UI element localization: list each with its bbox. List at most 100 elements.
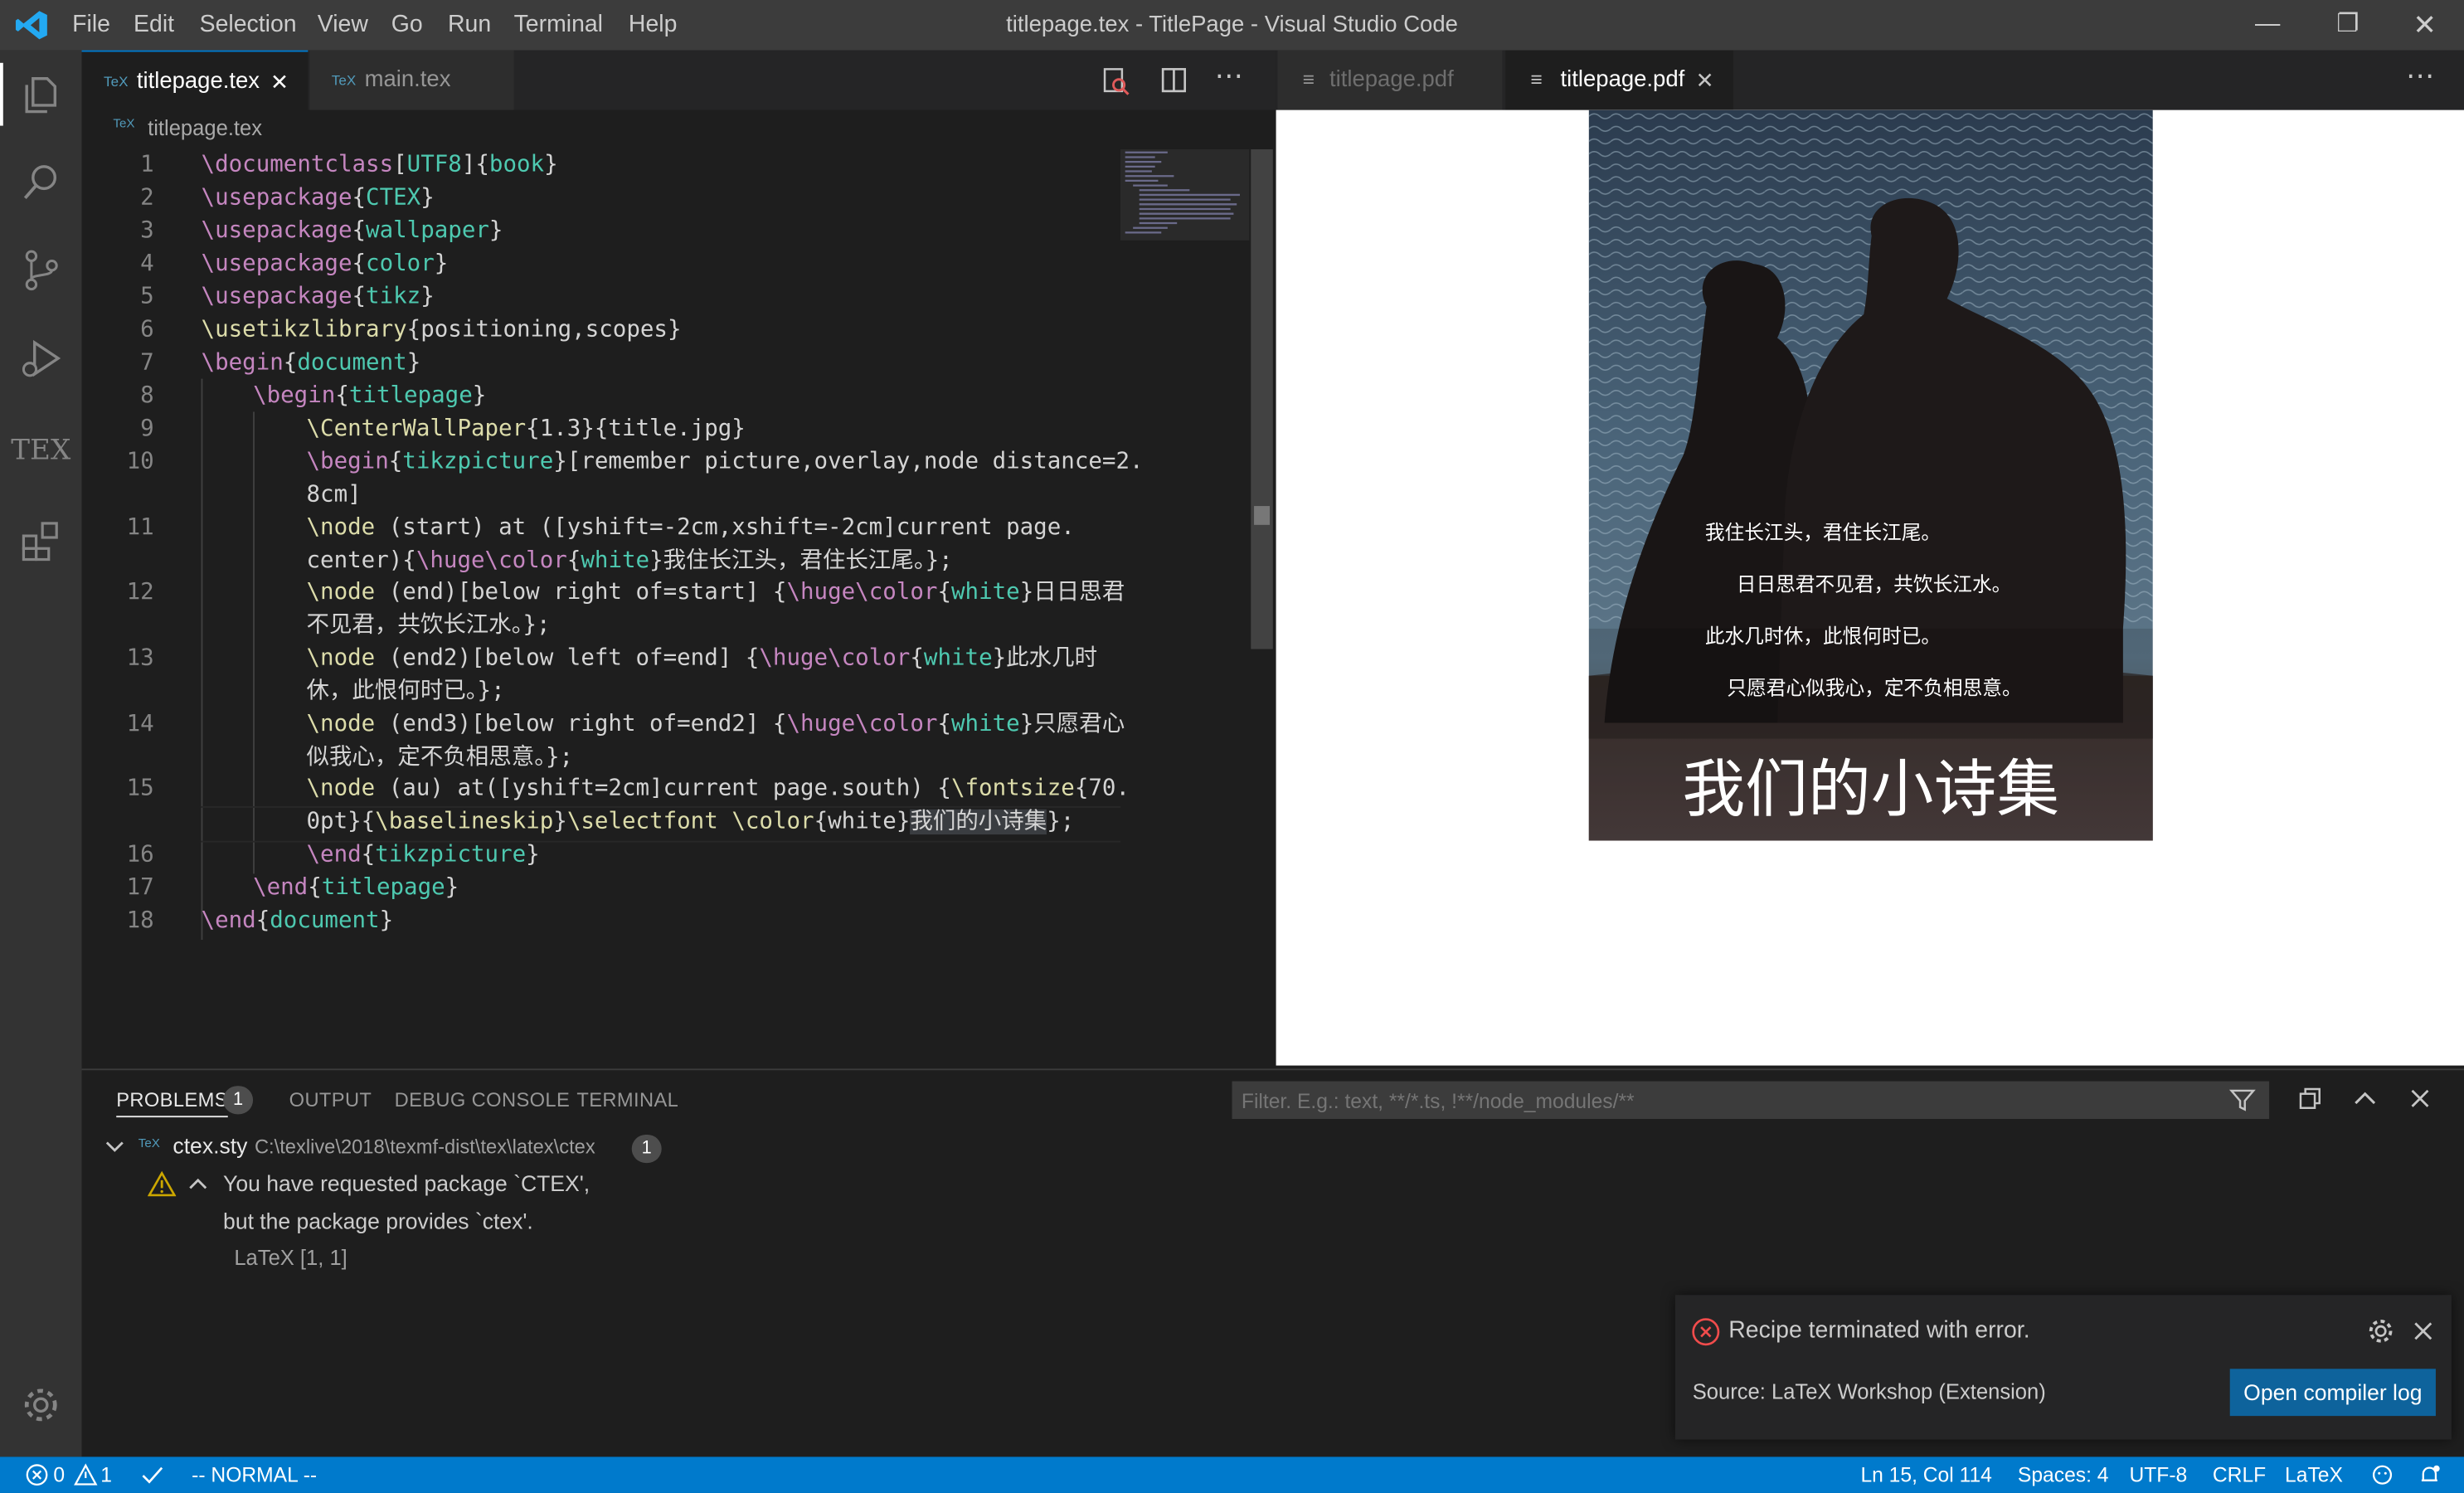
menu-terminal[interactable]: Terminal — [514, 0, 603, 51]
window-title: titlepage.tex - TitlePage - Visual Studi… — [1006, 12, 1458, 38]
tab-debug-console[interactable]: DEBUG CONSOLE — [395, 1084, 571, 1116]
problems-filter-box[interactable] — [1232, 1081, 2270, 1120]
problem-message-line1[interactable]: You have requested package `CTEX', — [223, 1171, 590, 1196]
line-number: 12 — [126, 580, 154, 605]
restore-button[interactable]: ❐ — [2311, 0, 2384, 51]
menu-run[interactable]: Run — [448, 0, 491, 51]
vim-mode: -- NORMAL -- — [192, 1462, 318, 1487]
code-line: \usepackage{wallpaper} — [201, 218, 503, 244]
poem-line: 只愿君心似我心，定不负相思意。 — [1727, 675, 2022, 700]
gear-icon[interactable] — [2367, 1317, 2395, 1345]
menu-selection[interactable]: Selection — [200, 0, 297, 51]
warning-count[interactable]: 1 — [100, 1457, 112, 1493]
code-line: 8cm] — [306, 482, 362, 508]
close-tab-icon[interactable]: ✕ — [1695, 51, 1713, 110]
line-number: 13 — [126, 645, 154, 672]
manage-gear-icon[interactable] — [0, 1361, 82, 1449]
menu-go[interactable]: Go — [391, 0, 423, 51]
code-line: \documentclass[UTF8]{book} — [201, 152, 558, 178]
code-line: \end{document} — [201, 908, 394, 934]
line-number: 17 — [126, 875, 154, 901]
tab-main-tex[interactable]: TeX main.tex — [309, 50, 514, 110]
extensions-icon[interactable] — [0, 497, 82, 585]
menu-view[interactable]: View — [318, 0, 368, 51]
code-line: \usepackage{tikz} — [201, 284, 435, 310]
error-count[interactable]: 0 — [53, 1457, 65, 1493]
filter-input[interactable] — [1232, 1081, 2207, 1120]
menu-file[interactable]: File — [72, 0, 110, 51]
tab-output[interactable]: OUTPUT — [289, 1084, 372, 1116]
line-number: 16 — [126, 842, 154, 868]
tab-titlepage-tex[interactable]: TeX titlepage.tex ✕ — [81, 50, 309, 112]
line-number: 10 — [126, 449, 154, 475]
error-icon — [1691, 1317, 1721, 1347]
source-control-icon[interactable] — [0, 226, 82, 314]
tab-titlepage-pdf-active[interactable]: ≡ titlepage.pdf ✕ — [1505, 50, 1733, 110]
menu-edit[interactable]: Edit — [134, 0, 174, 51]
tab-problems[interactable]: PROBLEMS — [116, 1084, 228, 1118]
code-line: 不见君，共饮长江水。}; — [306, 612, 551, 639]
chevron-down-icon[interactable] — [104, 1135, 126, 1160]
warning-count-icon — [74, 1463, 98, 1486]
close-tab-icon[interactable]: ✕ — [270, 52, 289, 112]
more-actions-icon[interactable]: ⋯ — [2406, 60, 2437, 97]
breadcrumb[interactable]: titlepage.tex — [148, 116, 262, 139]
more-actions-icon[interactable]: ⋯ — [1215, 60, 1247, 97]
error-count-icon — [25, 1463, 48, 1486]
feedback-icon[interactable] — [2369, 1463, 2394, 1486]
cursor-position[interactable]: Ln 15, Col 114 — [1860, 1457, 1991, 1493]
indent-guide — [253, 411, 255, 874]
tab-titlepage-pdf-inactive[interactable]: ≡ titlepage.pdf — [1277, 50, 1503, 110]
open-compiler-log-button[interactable]: Open compiler log — [2229, 1369, 2436, 1417]
check-icon[interactable] — [140, 1463, 165, 1486]
code-line: \usepackage{CTEX} — [201, 185, 435, 211]
close-notification-icon[interactable] — [2409, 1317, 2437, 1345]
cover-title: 我们的小诗集 — [1682, 754, 2060, 827]
chevron-up-icon[interactable] — [2351, 1084, 2379, 1112]
minimap[interactable] — [1120, 148, 1250, 241]
maximize-panel-icon[interactable] — [2296, 1084, 2324, 1112]
vscode-logo-icon — [14, 9, 49, 41]
bell-icon[interactable] — [2417, 1463, 2442, 1486]
code-line: \begin{document} — [201, 350, 421, 376]
tex-icon[interactable]: TEX — [0, 406, 82, 494]
code-line: \node (end)[below right of=start] {\huge… — [306, 580, 1125, 605]
code-line: \begin{titlepage} — [253, 383, 487, 409]
warning-icon — [147, 1170, 177, 1198]
line-number: 6 — [140, 317, 154, 343]
end-of-line[interactable]: CRLF — [2213, 1457, 2266, 1493]
editor-scrollbar-thumb[interactable] — [1251, 148, 1273, 649]
tex-file-icon: TeX — [113, 116, 135, 131]
indentation[interactable]: Spaces: 4 — [2018, 1457, 2109, 1493]
tex-file-icon: TeX — [104, 74, 129, 90]
tex-file-icon: TeX — [331, 72, 357, 89]
language-mode[interactable]: LaTeX — [2285, 1457, 2343, 1493]
filter-icon[interactable] — [2228, 1086, 2257, 1114]
file-problem-count-badge: 1 — [631, 1134, 662, 1164]
tab-terminal[interactable]: TERMINAL — [576, 1084, 678, 1116]
close-window-button[interactable]: ✕ — [2389, 0, 2461, 51]
view-pdf-icon[interactable] — [1100, 66, 1131, 98]
line-number: 3 — [140, 218, 154, 244]
run-debug-icon[interactable] — [0, 314, 82, 402]
problem-file-name[interactable]: ctex.sty — [173, 1133, 247, 1158]
poem-line: 我住长江头，君住长江尾。 — [1704, 520, 1942, 544]
code-line: \end{titlepage} — [253, 875, 459, 901]
minimize-button[interactable]: — — [2232, 0, 2304, 51]
explorer-icon[interactable] — [0, 51, 82, 139]
line-number: 2 — [140, 185, 154, 211]
tex-file-icon: TeX — [138, 1136, 160, 1150]
code-line: 休，此恨何时已。}; — [306, 678, 505, 704]
close-panel-icon[interactable] — [2406, 1084, 2434, 1112]
code-line: \node (end3)[below right of=end2] {\huge… — [306, 712, 1125, 737]
encoding[interactable]: UTF-8 — [2129, 1457, 2187, 1493]
chevron-up-icon[interactable] — [187, 1171, 209, 1196]
tab-label: titlepage.pdf — [1560, 67, 1685, 93]
search-icon[interactable] — [0, 139, 82, 226]
split-editor-icon[interactable] — [1159, 66, 1191, 98]
selected-text: 我们的小诗集 — [910, 809, 1047, 835]
menu-help[interactable]: Help — [629, 0, 677, 51]
code-line: \usetikzlibrary{positioning,scopes} — [201, 317, 682, 343]
cover-photo — [1588, 109, 2153, 841]
line-number: 7 — [140, 350, 154, 376]
